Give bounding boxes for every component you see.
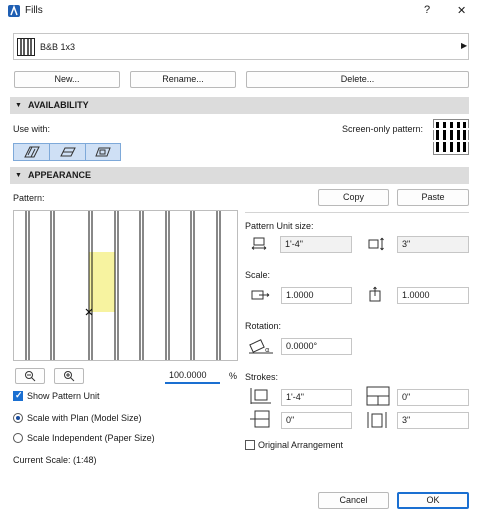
- collapse-triangle-icon: ▼: [15, 102, 22, 109]
- use-with-label: Use with:: [13, 124, 51, 134]
- screen-only-pattern-preview: [433, 119, 469, 155]
- stroke-d-input[interactable]: 3": [397, 412, 469, 429]
- stroke-c-input[interactable]: 0": [281, 412, 352, 429]
- rotation-input[interactable]: 0.0000°: [281, 338, 352, 355]
- zoom-out-button[interactable]: [15, 368, 45, 384]
- unit-width-icon: [251, 237, 267, 250]
- original-arrangement-checkbox[interactable]: [245, 440, 255, 450]
- scale-y-icon: [369, 286, 381, 302]
- fill-pattern-icon: [17, 38, 35, 56]
- scale-label: Scale:: [245, 270, 271, 280]
- rotation-icon: α: [249, 339, 273, 354]
- chevron-right-icon: ▶: [461, 41, 468, 50]
- fill-selector[interactable]: B&B 1x3 ▶: [13, 33, 469, 60]
- scale-y-input[interactable]: 1.0000: [397, 287, 469, 304]
- cut-fill-icon: [24, 146, 40, 158]
- show-pattern-unit-checkbox[interactable]: [13, 390, 23, 401]
- archicad-icon: [8, 5, 20, 17]
- stroke-a-icon: [250, 388, 271, 404]
- scale-with-plan-label[interactable]: Scale with Plan (Model Size): [27, 413, 142, 423]
- window-title: Fills: [25, 5, 43, 16]
- rotation-label: Rotation:: [245, 321, 282, 331]
- zoom-in-button[interactable]: [54, 368, 84, 384]
- fill-name: B&B 1x3: [40, 42, 76, 52]
- scale-independent-radio[interactable]: [13, 433, 23, 443]
- current-scale-label: Current Scale: (1:48): [13, 455, 97, 465]
- unit-width-field: 1'-4": [280, 236, 352, 253]
- use-with-cover-fills-button[interactable]: [50, 144, 86, 160]
- availability-header[interactable]: ▼ AVAILABILITY: [10, 97, 469, 114]
- divider: [245, 212, 469, 213]
- screen-only-label: Screen-only pattern:: [342, 124, 424, 134]
- stroke-d-icon: [367, 412, 387, 428]
- unit-height-icon: [368, 237, 384, 251]
- copy-button[interactable]: Copy: [318, 189, 389, 206]
- stroke-b-input[interactable]: 0": [397, 389, 469, 406]
- strokes-label: Strokes:: [245, 372, 279, 382]
- new-button[interactable]: New...: [14, 71, 120, 88]
- scale-x-icon: [251, 290, 270, 300]
- pattern-label: Pattern:: [13, 193, 45, 203]
- help-button[interactable]: ?: [424, 4, 430, 16]
- pattern-unit-size-label: Pattern Unit size:: [245, 221, 314, 231]
- zoom-input[interactable]: 100.0000: [165, 368, 220, 384]
- ok-button[interactable]: OK: [397, 492, 469, 509]
- pattern-preview[interactable]: [13, 210, 238, 361]
- collapse-triangle-icon: ▼: [15, 172, 22, 179]
- rename-button[interactable]: Rename...: [130, 71, 236, 88]
- original-arrangement-label[interactable]: Original Arrangement: [258, 440, 343, 450]
- scale-x-input[interactable]: 1.0000: [281, 287, 352, 304]
- use-with-cut-fills-button[interactable]: [14, 144, 50, 160]
- zoom-in-icon: [64, 371, 75, 382]
- stroke-b-icon: [366, 386, 390, 406]
- svg-text:α: α: [265, 346, 270, 354]
- paste-button[interactable]: Paste: [397, 189, 469, 206]
- stroke-a-input[interactable]: 1'-4": [281, 389, 352, 406]
- scale-independent-label[interactable]: Scale Independent (Paper Size): [27, 433, 155, 443]
- drafting-fill-icon: [95, 147, 111, 157]
- show-pattern-unit-label[interactable]: Show Pattern Unit: [27, 391, 100, 401]
- close-button[interactable]: ✕: [457, 4, 466, 17]
- title-bar: Fills ? ✕: [0, 0, 486, 22]
- use-with-drafting-fills-button[interactable]: [86, 144, 120, 160]
- appearance-header[interactable]: ▼ APPEARANCE: [10, 167, 469, 184]
- scale-with-plan-radio[interactable]: [13, 413, 23, 423]
- cover-fill-icon: [60, 147, 76, 157]
- cancel-button[interactable]: Cancel: [318, 492, 389, 509]
- zoom-out-icon: [25, 371, 36, 382]
- stroke-c-icon: [250, 410, 270, 428]
- pattern-lines: [25, 211, 221, 360]
- use-with-group: [13, 143, 121, 161]
- zoom-unit: %: [229, 371, 238, 381]
- delete-button[interactable]: Delete...: [246, 71, 469, 88]
- unit-height-field: 3": [397, 236, 469, 253]
